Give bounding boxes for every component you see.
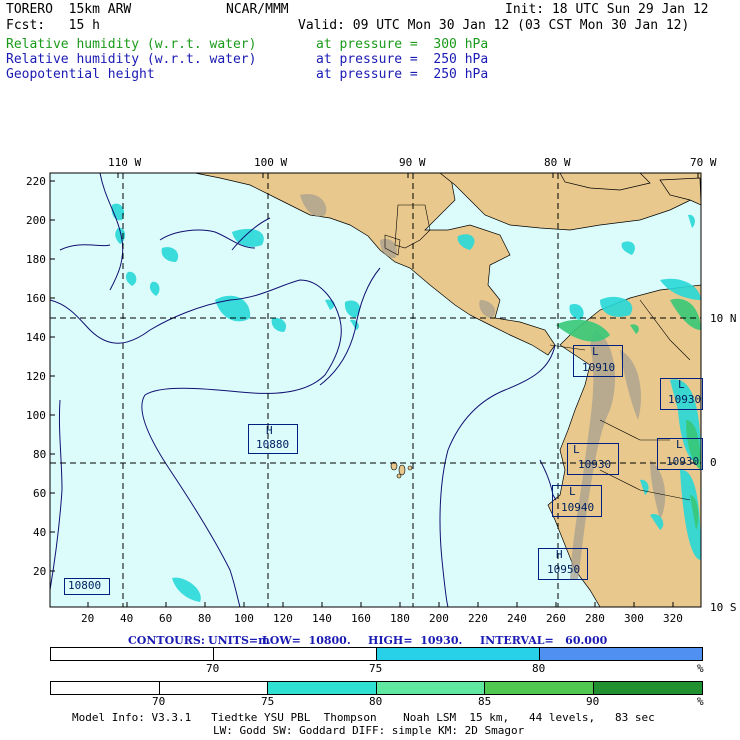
colorbar-1-label: 80 [532,662,546,675]
colorbar-2-label: 90 [586,695,600,708]
high-low-value: 10930 [578,458,612,471]
high-low-value: 10880 [256,438,290,451]
x-tick: 220 [468,612,488,625]
x-tick: 100 [234,612,254,625]
contours-interval: INTERVAL= 60.000 [480,634,608,647]
x-tick: 260 [546,612,566,625]
high-low-value: 10940 [561,501,595,514]
y-tick: 220 [26,175,46,188]
x-tick: 180 [390,612,410,625]
colorbar-1-label: % [697,662,704,675]
x-tick: 160 [351,612,371,625]
colorbar-1-segment [51,648,214,660]
x-tick: 240 [507,612,527,625]
contour-label-value: 10800 [68,579,102,592]
high-low-value: 10910 [582,361,616,374]
x-tick: 280 [585,612,605,625]
model-physics: LW: Godd SW: Goddard DIFF: simple KM: 2D… [213,724,525,737]
colorbar-1-segment [377,648,540,660]
x-tick: 320 [663,612,683,625]
colorbar-2-segment [594,682,702,694]
colorbar-2-label: 85 [478,695,492,708]
colorbar-2-label: 70 [152,695,166,708]
colorbar-2-label: 80 [369,695,383,708]
y-tick: 80 [33,448,47,461]
high-low-marker: L [592,345,599,358]
contours-low: LOW= 10800. [262,634,351,647]
contours-label: CONTOURS: [128,634,205,647]
colorbar-2 [50,681,703,695]
y-tick: 40 [33,526,47,539]
colorbar-2-segment [51,682,160,694]
high-low-marker: H [266,424,273,437]
y-tick: 160 [26,292,46,305]
y-tick: 60 [33,487,47,500]
y-tick: 180 [26,253,46,266]
x-tick: 140 [312,612,332,625]
high-low-marker: L [569,485,576,498]
x-tick: 20 [81,612,95,625]
colorbar-1-segment [540,648,702,660]
high-low-value: 10950 [547,563,581,576]
colorbar-2-segment [160,682,268,694]
colorbar-1-label: 75 [369,662,383,675]
high-low-marker: H [556,548,563,561]
x-tick: 60 [159,612,173,625]
contours-units: UNITS=m [208,634,270,647]
colorbar-2-segment [268,682,377,694]
x-tick: 40 [120,612,134,625]
x-tick: 120 [273,612,293,625]
colorbar-1-label: 70 [206,662,220,675]
x-tick: 200 [429,612,449,625]
colorbar-2-label: % [697,695,704,708]
y-tick: 200 [26,214,46,227]
y-tick: 20 [33,565,47,578]
y-tick: 100 [26,409,46,422]
y-tick: 120 [26,370,46,383]
high-low-marker: L [573,443,580,456]
high-low-marker: L [678,378,685,391]
x-tick: 80 [198,612,212,625]
map-plot [49,172,702,608]
y-tick: 140 [26,331,46,344]
colorbar-2-segment [485,682,594,694]
model-info: Model Info: V3.3.1 Tiedtke YSU PBL Thomp… [72,711,655,724]
x-tick: 300 [624,612,644,625]
colorbar-2-label: 75 [261,695,275,708]
colorbar-1-segment [214,648,377,660]
colorbar-1 [50,647,703,661]
high-low-value: 10930 [668,393,702,406]
high-low-value: 10930 [666,455,700,468]
high-low-marker: L [676,438,683,451]
colorbar-2-segment [377,682,485,694]
contours-high: HIGH= 10930. [368,634,463,647]
